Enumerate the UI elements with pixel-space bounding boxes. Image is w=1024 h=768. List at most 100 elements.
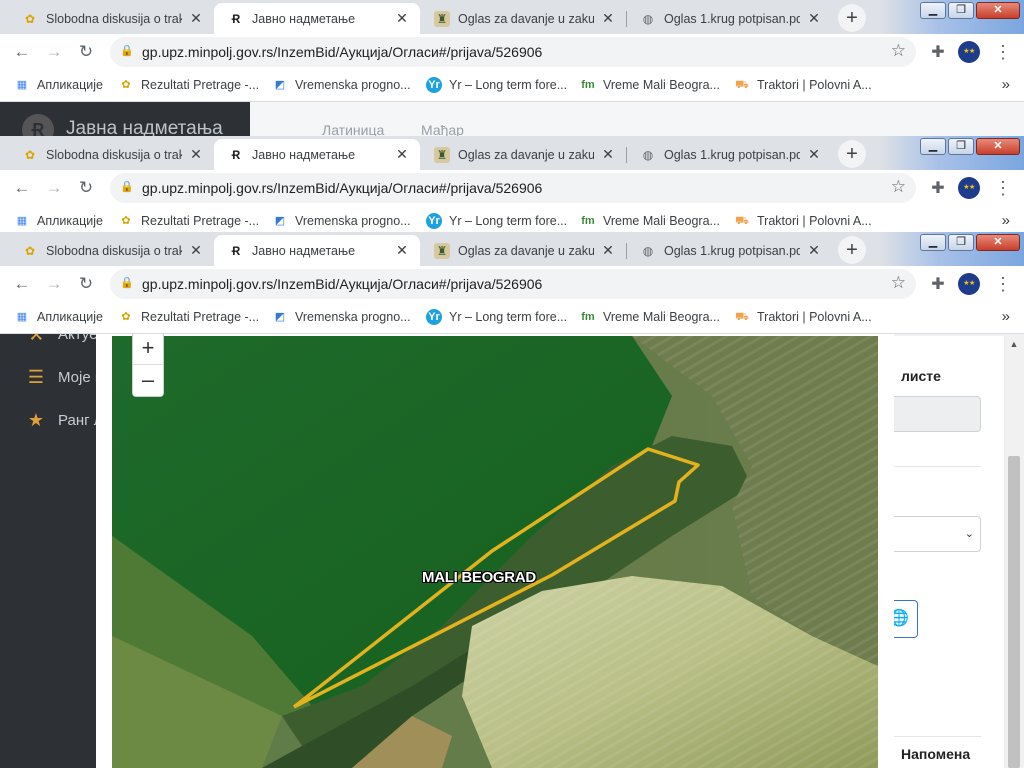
bookmarks-overflow-icon[interactable]: » xyxy=(1002,76,1010,93)
tab-lease-ad[interactable]: ♜ Oglas za davanje u zakup p ✕ xyxy=(420,139,626,170)
tab-lease-ad[interactable]: ♜ Oglas za davanje u zakup p ✕ xyxy=(420,235,626,266)
new-tab-button[interactable]: + xyxy=(838,4,866,32)
url-text[interactable]: gp.upz.minpolj.gov.rs/InzemBid/Аукција/О… xyxy=(142,276,542,292)
forward-icon[interactable]: → xyxy=(42,176,66,200)
menu-icon[interactable]: ⋮ xyxy=(994,272,1012,296)
page-scrollbar[interactable]: ▲ xyxy=(1004,336,1024,768)
satellite-map[interactable] xyxy=(112,336,878,768)
bookmark-yr[interactable]: Yr Yr – Long term fore... xyxy=(426,309,567,325)
bookmark-search-results[interactable]: ✿ Rezultati Pretrage -... xyxy=(118,77,259,93)
tab-lease-ad[interactable]: ♜ Oglas za davanje u zakup p ✕ xyxy=(420,3,626,34)
tab-pdf[interactable]: ◍ Oglas 1.krug potpisan.pdf ✕ xyxy=(626,139,832,170)
zoom-in-button[interactable]: + xyxy=(133,333,163,364)
close-icon[interactable]: ✕ xyxy=(806,10,822,27)
bookmark-vreme-mali-beograd[interactable]: fm Vreme Mali Beogra... xyxy=(580,213,720,229)
address-bar[interactable]: 🔒 gp.upz.minpolj.gov.rs/InzemBid/Аукција… xyxy=(110,173,916,203)
close-icon[interactable]: ✕ xyxy=(188,10,204,27)
bookmark-star-icon[interactable]: ☆ xyxy=(891,41,906,61)
bookmark-yr[interactable]: Yr Yr – Long term fore... xyxy=(426,213,567,229)
maximize-button[interactable]: ❐ xyxy=(948,2,974,19)
tab-title: Јавно надметање xyxy=(252,11,356,26)
sidebar-item-my[interactable]: ☰ Моје п xyxy=(26,367,103,388)
reload-icon[interactable]: ↻ xyxy=(74,272,98,296)
bookmarks-overflow-icon[interactable]: » xyxy=(1002,212,1010,229)
profile-avatar[interactable]: ★★ xyxy=(958,41,980,63)
url-text[interactable]: gp.upz.minpolj.gov.rs/InzemBid/Аукција/О… xyxy=(142,180,542,196)
window-close-button[interactable]: ✕ xyxy=(976,2,1020,19)
tab-auction[interactable]: Ɍ Јавно надметање ✕ xyxy=(214,235,420,266)
tab-auction[interactable]: Ɍ Јавно надметање ✕ xyxy=(214,3,420,34)
reload-icon[interactable]: ↻ xyxy=(74,40,98,64)
bookmark-search-results[interactable]: ✿ Rezultati Pretrage -... xyxy=(118,213,259,229)
bookmark-traktori[interactable]: ⛟ Traktori | Polovni A... xyxy=(734,77,872,93)
bookmark-weather-forecast[interactable]: ◩ Vremenska progno... xyxy=(272,213,411,229)
sunflower-icon: ✿ xyxy=(24,243,36,258)
close-icon[interactable]: ✕ xyxy=(600,10,616,27)
window-close-button[interactable]: ✕ xyxy=(976,234,1020,251)
menu-icon[interactable]: ⋮ xyxy=(994,40,1012,64)
extensions-icon[interactable]: ✚ xyxy=(928,178,948,198)
close-icon[interactable]: ✕ xyxy=(394,242,410,259)
url-text[interactable]: gp.upz.minpolj.gov.rs/InzemBid/Аукција/О… xyxy=(142,44,542,60)
bookmark-star-icon[interactable]: ☆ xyxy=(891,273,906,293)
tab-auction[interactable]: Ɍ Јавно надметање ✕ xyxy=(214,139,420,170)
scroll-up-icon[interactable]: ▲ xyxy=(1004,336,1024,352)
window-close-button[interactable]: ✕ xyxy=(976,138,1020,155)
new-tab-button[interactable]: + xyxy=(838,140,866,168)
bookmark-traktori[interactable]: ⛟ Traktori | Polovni A... xyxy=(734,213,872,229)
reload-icon[interactable]: ↻ xyxy=(74,176,98,200)
maximize-button[interactable]: ❐ xyxy=(948,138,974,155)
bookmark-apps[interactable]: ▦ Апликације xyxy=(14,309,103,325)
maximize-button[interactable]: ❐ xyxy=(948,234,974,251)
close-icon[interactable]: ✕ xyxy=(188,242,204,259)
list-input[interactable] xyxy=(881,396,981,432)
close-icon[interactable]: ✕ xyxy=(806,146,822,163)
tab-pdf[interactable]: ◍ Oglas 1.krug potpisan.pdf ✕ xyxy=(626,3,832,34)
bookmark-vreme-mali-beograd[interactable]: fm Vreme Mali Beogra... xyxy=(580,309,720,325)
back-icon[interactable]: ← xyxy=(10,40,34,64)
zoom-out-button[interactable]: – xyxy=(133,365,163,396)
extensions-icon[interactable]: ✚ xyxy=(928,42,948,62)
address-bar[interactable]: 🔒 gp.upz.minpolj.gov.rs/InzemBid/Аукција… xyxy=(110,269,916,299)
bookmark-vreme-mali-beograd[interactable]: fm Vreme Mali Beogra... xyxy=(580,77,720,93)
close-icon[interactable]: ✕ xyxy=(394,146,410,163)
bookmark-star-icon[interactable]: ☆ xyxy=(891,177,906,197)
close-icon[interactable]: ✕ xyxy=(600,242,616,259)
back-icon[interactable]: ← xyxy=(10,272,34,296)
tab-forum[interactable]: ✿ Slobodna diskusija o trakto ✕ xyxy=(8,139,214,170)
forward-icon[interactable]: → xyxy=(42,272,66,296)
minimize-button[interactable]: ▁ xyxy=(920,234,946,251)
tab-forum[interactable]: ✿ Slobodna diskusija o trakto ✕ xyxy=(8,235,214,266)
close-icon[interactable]: ✕ xyxy=(394,10,410,27)
sidebar-item-rank[interactable]: ★ Ранг л xyxy=(26,410,103,431)
tab-pdf[interactable]: ◍ Oglas 1.krug potpisan.pdf ✕ xyxy=(626,235,832,266)
vreme-icon: ◩ xyxy=(274,311,286,323)
profile-avatar[interactable]: ★★ xyxy=(958,273,980,295)
bookmark-traktori[interactable]: ⛟ Traktori | Polovni A... xyxy=(734,309,872,325)
tab-title: Oglas za davanje u zakup p xyxy=(458,11,594,26)
back-icon[interactable]: ← xyxy=(10,176,34,200)
address-bar[interactable]: 🔒 gp.upz.minpolj.gov.rs/InzemBid/Аукција… xyxy=(110,37,916,67)
tab-title: Јавно надметање xyxy=(252,243,356,258)
bookmark-weather-forecast[interactable]: ◩ Vremenska progno... xyxy=(272,77,411,93)
minimize-button[interactable]: ▁ xyxy=(920,138,946,155)
extensions-icon[interactable]: ✚ xyxy=(928,274,948,294)
scrollbar-thumb[interactable] xyxy=(1008,456,1020,768)
bookmark-apps[interactable]: ▦ Апликације xyxy=(14,77,103,93)
map-place-label: MALI BEOGRAD xyxy=(422,569,536,586)
menu-icon[interactable]: ⋮ xyxy=(994,176,1012,200)
minimize-button[interactable]: ▁ xyxy=(920,2,946,19)
bookmark-apps[interactable]: ▦ Апликације xyxy=(14,213,103,229)
dropdown-select[interactable]: ⌄ xyxy=(881,516,981,552)
close-icon[interactable]: ✕ xyxy=(188,146,204,163)
close-icon[interactable]: ✕ xyxy=(806,242,822,259)
bookmark-yr[interactable]: Yr Yr – Long term fore... xyxy=(426,77,567,93)
tab-forum[interactable]: ✿ Slobodna diskusija o trakto ✕ xyxy=(8,3,214,34)
forward-icon[interactable]: → xyxy=(42,40,66,64)
bookmark-weather-forecast[interactable]: ◩ Vremenska progno... xyxy=(272,309,411,325)
close-icon[interactable]: ✕ xyxy=(600,146,616,163)
bookmark-search-results[interactable]: ✿ Rezultati Pretrage -... xyxy=(118,309,259,325)
new-tab-button[interactable]: + xyxy=(838,236,866,264)
profile-avatar[interactable]: ★★ xyxy=(958,177,980,199)
bookmarks-overflow-icon[interactable]: » xyxy=(1002,308,1010,325)
